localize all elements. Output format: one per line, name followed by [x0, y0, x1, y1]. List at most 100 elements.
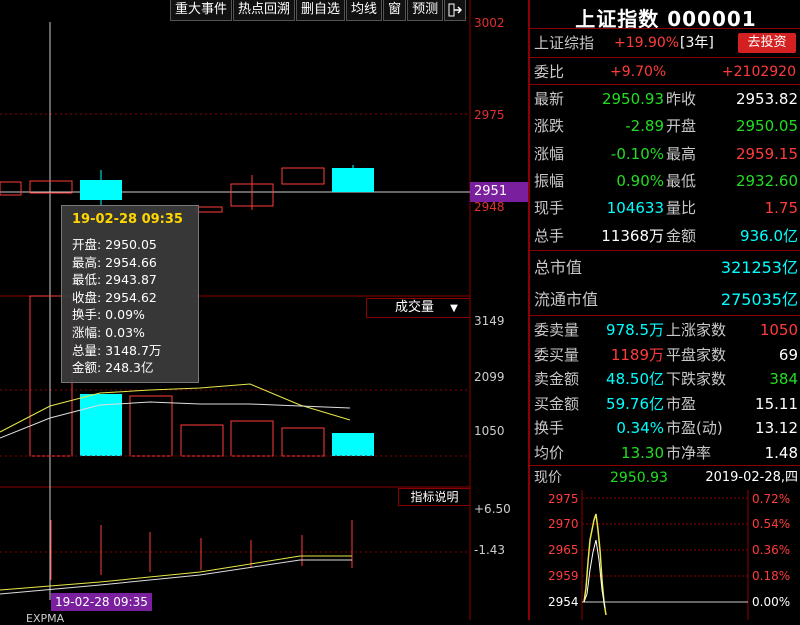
- price-tick-top: 3002: [474, 16, 505, 30]
- indicator-help-button[interactable]: 指标说明: [398, 488, 470, 506]
- candle-6: [281, 167, 325, 185]
- tooltip-high: 最高: 2954.66: [72, 254, 157, 270]
- index-summary-row: 上证综指 +19.90% [3年] 去投资: [530, 31, 800, 55]
- index-period: [3年]: [680, 35, 714, 51]
- index-name: 上证综指: [534, 34, 595, 52]
- kline-chart[interactable]: 3002 2975 2951 2948 成交量 ▼ 3149 2099 1050…: [0, 0, 528, 625]
- hotspot-review-button[interactable]: 热点回溯: [233, 0, 296, 21]
- stat-row: 换手 0.34% 市盈(动) 13.12: [530, 416, 800, 441]
- tooltip-amount: 金额: 248.3亿: [72, 360, 154, 376]
- current-price-label: 现价: [534, 470, 562, 486]
- index-change: +19.90%: [614, 35, 680, 51]
- quote-label: 涨跌: [534, 117, 565, 136]
- stat-value: 13.30: [621, 443, 664, 462]
- tooltip-turnover: 换手: 0.09%: [72, 307, 145, 323]
- exit-icon[interactable]: [444, 0, 467, 21]
- volume-label: 成交量: [395, 300, 435, 315]
- mini-intraday-chart[interactable]: 2975 2970 2965 2959 2954 0.72% 0.54% 0.3…: [530, 490, 800, 620]
- stat-value: 978.5万: [606, 321, 664, 339]
- forecast-button[interactable]: 预测: [407, 0, 444, 21]
- tooltip-change: 涨幅: 0.03%: [72, 324, 145, 340]
- stat-value: 48.50亿: [606, 370, 664, 388]
- mini-right-tick-4: 0.18%: [752, 569, 791, 583]
- moving-average-button[interactable]: 均线: [346, 0, 383, 21]
- market-cap-label: 总市值: [534, 258, 583, 277]
- quote-panel: 上证指数 000001 上证综指 +19.90% [3年] 去投资 委比 +9.…: [528, 0, 800, 620]
- invest-button[interactable]: 去投资: [738, 33, 796, 53]
- quote-label: 开盘: [666, 117, 697, 136]
- mini-right-tick-1: 0.72%: [752, 492, 791, 506]
- stat-row: 买金额 59.76亿 市盈 15.11: [530, 392, 800, 417]
- weibi-value: +2102920: [721, 64, 796, 80]
- mini-left-tick-4: 2959: [548, 569, 579, 583]
- stat-value: 1.48: [764, 443, 798, 462]
- tooltip-close: 收盘: 2954.62: [72, 289, 157, 305]
- volume-tick-1: 3149: [474, 314, 505, 328]
- volume-tick-2: 2099: [474, 370, 505, 384]
- quote-value: 2950.93: [601, 90, 664, 108]
- current-price-value: 2950.93: [610, 470, 668, 486]
- candle-2: [29, 180, 73, 194]
- kline-tooltip: 19-02-28 09:35 开盘: 2950.05 最高: 2954.66 最…: [61, 205, 199, 383]
- candle-7: [332, 165, 374, 192]
- chevron-down-icon: ▼: [450, 303, 458, 314]
- indicator-tick-2: -1.43: [474, 543, 506, 557]
- weibi-row: 委比 +9.70% +2102920: [530, 60, 800, 84]
- stat-row: 卖金额 48.50亿 下跌家数 384: [530, 367, 800, 392]
- tooltip-title: 19-02-28 09:35: [72, 212, 183, 227]
- quote-row: 振幅 0.90% 最低 2932.60: [530, 168, 800, 195]
- crosshair-date-label: 19-02-28 09:35: [51, 593, 152, 611]
- float-cap-row: 流通市值 275035亿: [530, 287, 800, 313]
- stat-value: 0.34%: [616, 419, 664, 437]
- stat-label: 市盈(动): [666, 419, 723, 437]
- mini-left-tick-2: 2970: [548, 517, 579, 531]
- current-price-row: 现价 2950.93 2019-02-28,四: [530, 467, 800, 489]
- stat-value: 1050: [759, 321, 798, 339]
- stat-value: 384: [769, 370, 798, 388]
- quote-value: 104633: [606, 199, 664, 218]
- price-tick-2948: 2948: [474, 200, 505, 214]
- quote-row: 涨跌 -2.89 开盘 2950.05: [530, 113, 800, 140]
- volume-tick-3: 1050: [474, 424, 505, 438]
- stat-label: 委买量: [534, 345, 580, 364]
- indicator-tick-1: +6.50: [474, 502, 511, 516]
- quote-label: 振幅: [534, 171, 565, 190]
- indicator-name[interactable]: EXPMA: [26, 612, 64, 625]
- quote-value: 936.0亿: [740, 226, 798, 245]
- quote-label: 总手: [534, 226, 565, 245]
- indicator-bars: [50, 520, 353, 580]
- stat-label: 买金额: [534, 394, 580, 413]
- quote-label: 涨幅: [534, 144, 565, 163]
- stat-label: 均价: [534, 443, 565, 462]
- tooltip-low: 最低: 2943.87: [72, 272, 157, 288]
- quote-label: 最高: [666, 144, 697, 163]
- stat-value: 69: [778, 345, 798, 364]
- remove-watchlist-button[interactable]: 删自选: [296, 0, 346, 21]
- weibi-label: 委比: [534, 63, 565, 81]
- quote-label: 昨收: [666, 90, 697, 108]
- float-cap-label: 流通市值: [534, 290, 599, 309]
- window-button[interactable]: 窗: [383, 0, 407, 21]
- major-events-button[interactable]: 重大事件: [170, 0, 233, 21]
- mini-left-tick-3: 2965: [548, 543, 579, 557]
- quote-label: 现手: [534, 199, 565, 218]
- stat-row: 均价 13.30 市净率 1.48: [530, 441, 800, 466]
- mini-right-tick-3: 0.36%: [752, 543, 791, 557]
- quote-value: 2953.82: [735, 90, 798, 108]
- stat-label: 卖金额: [534, 370, 580, 388]
- stat-label: 市净率: [666, 443, 712, 462]
- quote-label: 最低: [666, 171, 697, 190]
- quote-label: 量比: [666, 199, 697, 218]
- stat-label: 平盘家数: [666, 345, 727, 364]
- mini-right-tick-2: 0.54%: [752, 517, 791, 531]
- volume-selector[interactable]: 成交量 ▼: [366, 298, 470, 318]
- quote-row: 总手 11368万 金额 936.0亿: [530, 223, 800, 250]
- stat-label: 换手: [534, 419, 565, 437]
- stat-label: 下跌家数: [666, 370, 727, 388]
- quote-row: 最新 2950.93 昨收 2953.82: [530, 86, 800, 113]
- quote-value: -2.89: [625, 117, 664, 136]
- market-cap-row: 总市值 321253亿: [530, 255, 800, 281]
- current-price-marker: 2951: [470, 182, 528, 202]
- quote-value: 0.90%: [616, 171, 664, 190]
- quote-value: 2959.15: [735, 144, 798, 163]
